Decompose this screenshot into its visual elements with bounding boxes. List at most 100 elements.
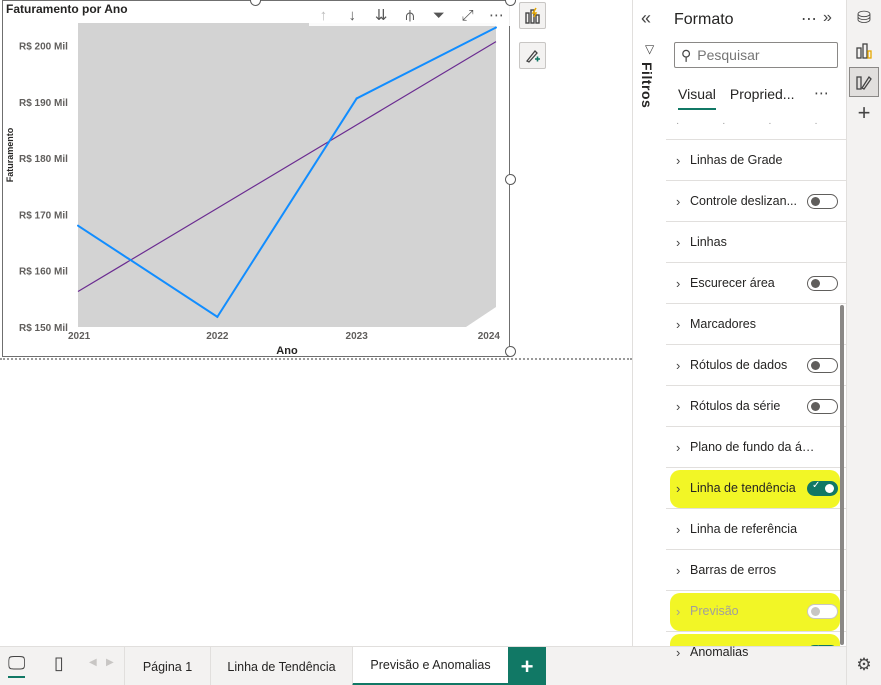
format-section-11[interactable]: › Barras de erros xyxy=(666,549,846,590)
prev-page-arrow-icon[interactable]: ◀ xyxy=(89,657,97,668)
format-section-2[interactable]: › Controle deslizan... xyxy=(666,180,846,221)
chevron-right-icon: › xyxy=(676,644,681,660)
format-section-12[interactable]: › Previsão xyxy=(666,590,846,631)
power-bi-report-editor: R$ 150 Mil R$ 160 Mil R$ 170 Mil R$ 180 Mil… xyxy=(0,0,881,685)
funnel-icon: ▽ xyxy=(645,42,655,56)
data-point xyxy=(77,224,79,227)
double-chevron-right-icon[interactable]: » xyxy=(823,9,832,27)
chevron-right-icon: › xyxy=(676,521,681,537)
chevron-right-icon: › xyxy=(676,603,681,619)
section-toggle-switch[interactable] xyxy=(807,399,838,414)
arrow-down-icon[interactable]: ↓ xyxy=(340,7,364,24)
section-toggle-switch[interactable] xyxy=(807,276,838,291)
format-section-10[interactable]: › Linha de referência xyxy=(666,508,846,549)
filter-icon[interactable]: ⏷ xyxy=(427,7,451,24)
more-options-icon[interactable]: ⋯ xyxy=(484,6,508,24)
format-section-3[interactable]: › Linhas xyxy=(666,221,846,262)
format-section-label: Linha de referência xyxy=(690,522,798,536)
format-rail-icon[interactable] xyxy=(849,67,879,97)
tab-properties[interactable]: Propried... xyxy=(730,86,795,110)
x-tick-label: 2023 xyxy=(346,331,369,342)
section-toggle-switch[interactable] xyxy=(807,194,838,209)
x-tick-label: 2022 xyxy=(206,331,229,342)
chevron-right-icon: › xyxy=(676,357,681,373)
report-canvas[interactable]: R$ 150 Mil R$ 160 Mil R$ 170 Mil R$ 180 Mil… xyxy=(0,0,632,646)
format-section-label: Previsão xyxy=(690,604,739,618)
desktop-view-icon[interactable]: 🖵 xyxy=(8,653,26,678)
double-chevron-left-icon[interactable]: « xyxy=(641,8,651,29)
format-brush-icon xyxy=(856,75,872,90)
y-tick-label: R$ 180 Mil xyxy=(19,154,68,165)
filters-pane-collapsed[interactable]: « ▽ Filtros xyxy=(632,0,666,646)
chevron-right-icon: › xyxy=(676,193,681,209)
build-visual-icon xyxy=(856,43,872,59)
filters-label[interactable]: Filtros xyxy=(639,62,655,108)
build-visual-rail-icon[interactable] xyxy=(849,36,879,66)
chevron-right-icon: › xyxy=(676,480,681,496)
data-point xyxy=(216,315,219,318)
chevron-right-icon: › xyxy=(676,398,681,414)
database-icon[interactable]: ⛁ xyxy=(849,3,879,33)
right-icon-rail: ⛁ + ⚙ xyxy=(846,0,881,685)
plus-icon[interactable]: + xyxy=(849,98,879,128)
page-boundary-line xyxy=(0,358,632,360)
format-section-8[interactable]: › Plano de fundo da área ... xyxy=(666,426,846,467)
resize-handle-bottom-right[interactable] xyxy=(505,346,516,357)
format-tabs: Visual Propried... xyxy=(678,86,794,110)
format-sections-list: › Linhas de Grade › Controle deslizan... › Li… xyxy=(666,139,846,672)
page-tab-linha-de-tendencia[interactable]: Linha de Tendência xyxy=(210,647,352,685)
format-section-label: Marcadores xyxy=(690,317,756,331)
resize-handle-top-right[interactable] xyxy=(505,0,516,6)
focus-mode-icon[interactable]: ⤢ xyxy=(456,7,480,24)
toggle-knob xyxy=(811,279,820,288)
format-section-4[interactable]: › Escurecer área xyxy=(666,262,846,303)
format-section-label: Anomalias xyxy=(690,645,749,659)
page-tab-pagina-1[interactable]: Página 1 xyxy=(124,647,210,685)
search-icon: ⚲ xyxy=(681,46,692,63)
format-visual-button[interactable] xyxy=(519,42,546,69)
format-section-label: Controle deslizan... xyxy=(690,194,798,208)
format-section-7[interactable]: › Rótulos da série xyxy=(666,385,846,426)
format-section-9[interactable]: › Linha de tendência ✓ xyxy=(666,467,846,508)
format-section-6[interactable]: › Rótulos de dados xyxy=(666,344,846,385)
format-section-label: Escurecer área xyxy=(690,276,775,290)
plot-area-background xyxy=(78,23,496,327)
format-section-label: Rótulos de dados xyxy=(690,358,788,372)
visual-title: Faturamento por Ano xyxy=(6,2,128,16)
format-section-label: Linha de tendência xyxy=(690,481,796,495)
y-tick-label: R$ 170 Mil xyxy=(19,210,68,221)
toggle-knob xyxy=(811,197,820,206)
format-section-label: Linhas de Grade xyxy=(690,153,783,167)
add-page-button[interactable]: + xyxy=(508,647,546,685)
resize-handle-right[interactable] xyxy=(505,174,516,185)
more-options-icon[interactable]: ⋯ xyxy=(814,84,830,102)
x-axis-title: Ano xyxy=(276,345,298,357)
expand-hierarchy-icon[interactable]: ⫛ xyxy=(398,7,422,24)
format-brush-icon xyxy=(525,49,540,63)
visual-header-toolbar: ↑ ↓ ⇊ ⫛ ⏷ ⤢ ⋯ xyxy=(309,4,511,26)
format-section-label: Linhas xyxy=(690,235,727,249)
mobile-view-icon[interactable]: ▯ xyxy=(54,653,64,674)
page-tab-previsao-e-anomalias[interactable]: Previsão e Anomalias xyxy=(352,647,508,685)
format-section-1[interactable]: › Linhas de Grade xyxy=(666,139,846,180)
line-chart-visual[interactable]: R$ 150 Mil R$ 160 Mil R$ 170 Mil R$ 180 Mil… xyxy=(2,0,516,357)
more-options-icon[interactable]: ⋯ xyxy=(801,9,818,29)
y-tick-label: R$ 200 Mil xyxy=(19,42,68,53)
search-input[interactable] xyxy=(697,47,828,63)
arrow-up-icon[interactable]: ↑ xyxy=(311,7,335,24)
chevron-right-icon: › xyxy=(676,439,681,455)
chevron-right-icon: › xyxy=(676,275,681,291)
format-section-5[interactable]: › Marcadores xyxy=(666,303,846,344)
format-search-box[interactable]: ⚲ xyxy=(674,42,838,68)
section-toggle-switch[interactable] xyxy=(807,358,838,373)
next-page-arrow-icon[interactable]: ▶ xyxy=(106,657,114,668)
settings-gear-icon[interactable]: ⚙ xyxy=(849,650,879,680)
double-arrow-down-icon[interactable]: ⇊ xyxy=(369,6,393,24)
build-visual-button[interactable] xyxy=(519,2,546,29)
toggle-knob xyxy=(811,402,820,411)
format-pane: Formato ⋯ » ⚲ Visual Propried... ⋯ · · ·… xyxy=(666,0,846,672)
format-pane-scrollbar[interactable] xyxy=(840,305,844,645)
tab-visual[interactable]: Visual xyxy=(678,86,716,110)
build-visual-icon xyxy=(524,7,540,24)
toggle-knob xyxy=(811,361,820,370)
